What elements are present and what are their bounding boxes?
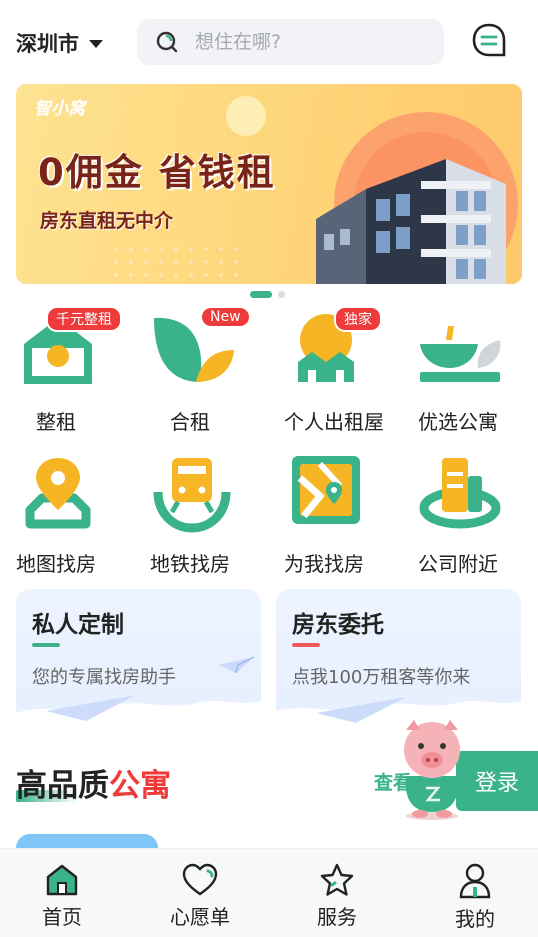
tab-services[interactable]: 服务 bbox=[287, 849, 387, 937]
section-title: 高品质公寓 bbox=[16, 760, 171, 805]
category-label: 合租 bbox=[170, 410, 210, 434]
banner-brand: 智小窝 bbox=[34, 99, 85, 119]
category-whole-rent[interactable]: 千元整租 整租 bbox=[16, 306, 136, 438]
card-landlord-entrust[interactable]: 房东委托 点我100万租客等你来 bbox=[276, 589, 521, 725]
promo-banner[interactable]: 智小窝 0佣金 省钱租 房东直租无中介 bbox=[16, 84, 522, 284]
tab-label: 心愿单 bbox=[170, 905, 230, 929]
card-title: 私人定制 bbox=[32, 612, 124, 638]
category-label: 整租 bbox=[36, 410, 76, 434]
home-icon bbox=[46, 864, 78, 896]
building-illustration bbox=[316, 159, 506, 284]
category-shared-rent[interactable]: New 合租 bbox=[150, 306, 270, 438]
card-private-custom[interactable]: 私人定制 您的专属找房助手 bbox=[16, 589, 261, 725]
map-pin-icon bbox=[25, 458, 91, 529]
category-label: 为我找房 bbox=[284, 552, 364, 576]
heart-icon bbox=[182, 863, 218, 896]
category-premium-apartment[interactable]: 优选公寓 bbox=[418, 310, 538, 438]
caret-down-icon bbox=[89, 40, 103, 48]
login-label: 登录 bbox=[474, 771, 519, 796]
card-title-underline bbox=[292, 643, 320, 647]
office-building-icon bbox=[419, 458, 501, 529]
subway-icon bbox=[153, 458, 231, 533]
category-map-search[interactable]: 地图找房 bbox=[16, 452, 136, 580]
category-label: 地图找房 bbox=[16, 552, 96, 576]
top-header: 深圳市 bbox=[0, 0, 538, 84]
tab-label: 首页 bbox=[42, 905, 82, 929]
message-icon[interactable] bbox=[471, 22, 507, 60]
category-private-rent[interactable]: 独家 个人出租屋 bbox=[284, 306, 404, 438]
category-label: 公司附近 bbox=[418, 552, 498, 576]
tab-profile[interactable]: 我的 bbox=[425, 849, 525, 937]
category-badge: 独家 bbox=[334, 306, 382, 332]
banner-pagination bbox=[250, 291, 285, 298]
section-title-accent: 公寓 bbox=[109, 768, 171, 804]
pagination-dot[interactable] bbox=[278, 291, 285, 298]
city-label: 深圳市 bbox=[16, 32, 79, 56]
tab-home[interactable]: 首页 bbox=[12, 849, 112, 937]
tab-label: 服务 bbox=[317, 905, 357, 929]
map-route-icon bbox=[292, 456, 360, 524]
tab-wishlist[interactable]: 心愿单 bbox=[150, 849, 250, 937]
paper-plane-icon bbox=[218, 656, 255, 674]
banner-subline: 房东直租无中介 bbox=[40, 210, 174, 232]
card-title-underline bbox=[32, 643, 60, 647]
tab-label: 我的 bbox=[455, 907, 495, 931]
user-icon bbox=[459, 863, 491, 899]
banner-headline: 0佣金 省钱租 bbox=[38, 151, 276, 194]
search-icon bbox=[156, 31, 178, 53]
category-near-office[interactable]: 公司附近 bbox=[418, 452, 538, 580]
category-badge: New bbox=[200, 306, 251, 328]
pig-mascot-icon[interactable] bbox=[396, 716, 468, 822]
star-icon bbox=[320, 863, 354, 896]
cloud-decoration bbox=[16, 695, 261, 725]
login-button[interactable]: 登录 bbox=[456, 751, 538, 811]
card-title: 房东委托 bbox=[292, 612, 384, 638]
bottom-tab-bar: 首页 心愿单 服务 我的 bbox=[0, 848, 538, 937]
category-find-for-me[interactable]: 为我找房 bbox=[284, 452, 404, 580]
category-badge: 千元整租 bbox=[46, 306, 122, 332]
category-label: 优选公寓 bbox=[418, 410, 498, 434]
pagination-dot-active[interactable] bbox=[250, 291, 272, 298]
bowl-icon bbox=[420, 326, 501, 382]
section-title-main: 高品质 bbox=[16, 768, 109, 804]
category-label: 个人出租屋 bbox=[284, 410, 384, 434]
search-input[interactable] bbox=[195, 31, 415, 53]
city-selector[interactable]: 深圳市 bbox=[16, 28, 103, 58]
category-label: 地铁找房 bbox=[150, 552, 230, 576]
search-bar[interactable] bbox=[137, 19, 444, 65]
category-subway-search[interactable]: 地铁找房 bbox=[150, 452, 270, 580]
